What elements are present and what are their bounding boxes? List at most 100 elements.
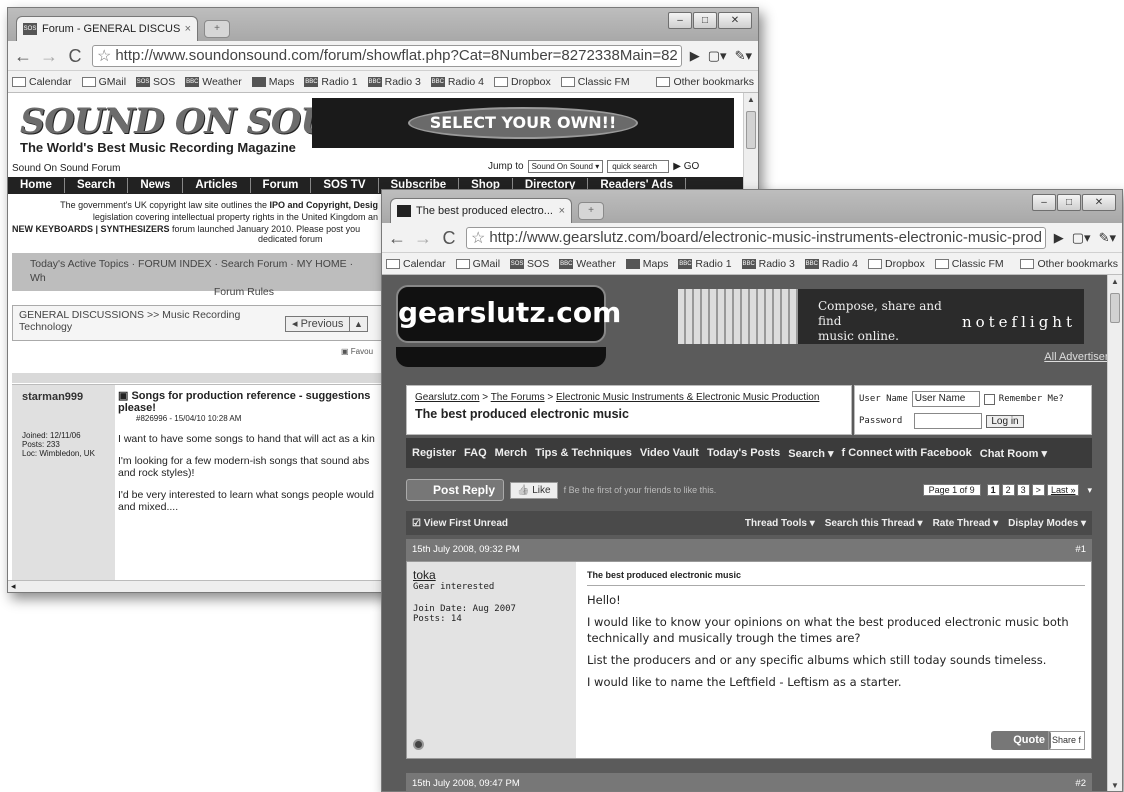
favourites-link[interactable]: ▣ Favou [341,347,373,356]
forward-arrow-icon[interactable]: → [414,228,432,248]
bookmark-radio1[interactable]: BBC Radio 1 [678,258,732,270]
gearslutz-logo[interactable]: gearslutz.com [396,285,621,343]
bookmark-star-icon[interactable]: ☆ [471,228,485,248]
last-page-link[interactable]: Last » [1046,484,1080,496]
bookmark-sos[interactable]: SOS SOS [136,76,175,88]
page-menu-icon[interactable]: ▢▾ [1072,230,1091,246]
menu-search[interactable]: Search ▾ [788,447,833,460]
search-this-thread[interactable]: Search this Thread ▾ [825,518,923,529]
maximize-icon[interactable]: □ [1057,194,1081,211]
next-page-link[interactable]: > [1031,484,1045,496]
nav-forum[interactable]: Forum [251,178,312,193]
scroll-thumb[interactable] [1110,293,1120,323]
crumb-forums[interactable]: The Forums [491,392,545,403]
tab-sos-forum[interactable]: SOS Forum - GENERAL DISCUSS... × [16,16,198,41]
chevron-down-icon[interactable]: ▾ [1087,485,1092,496]
post-reply-button[interactable]: Post Reply [406,479,505,501]
menu-register[interactable]: Register [412,447,456,459]
view-first-unread[interactable]: ☑ View First Unread [412,518,508,529]
bookmark-star-icon[interactable]: ☆ [97,46,111,66]
bookmark-gmail[interactable]: GMail [81,76,126,88]
share-button[interactable]: Share f [1047,731,1085,750]
nav-sos-tv[interactable]: SOS TV [311,178,379,193]
go-arrow-icon[interactable]: ▶ [1054,230,1064,246]
previous-button[interactable]: ◂ Previous [285,316,351,332]
other-bookmarks[interactable]: Other bookmarks [1020,258,1118,270]
back-arrow-icon[interactable]: ← [14,46,32,66]
crumb-subforum[interactable]: Electronic Music Instruments & Electroni… [556,392,819,403]
close-window-icon[interactable]: ✕ [1082,194,1116,211]
back-arrow-icon[interactable]: ← [388,228,406,248]
post-permalink[interactable]: #2 [1075,778,1086,790]
reload-icon[interactable]: C [66,46,84,66]
crumb-home[interactable]: Gearslutz.com [415,392,479,403]
close-tab-icon[interactable]: × [185,23,191,35]
nav-home[interactable]: Home [8,178,65,193]
bookmark-dropbox[interactable]: Dropbox [868,258,925,270]
new-tab-button[interactable]: + [578,202,604,220]
vertical-scrollbar[interactable]: ▲ ▼ [1107,275,1122,791]
ad-banner[interactable]: SELECT YOUR OWN!! [312,98,734,148]
rate-thread[interactable]: Rate Thread ▾ [933,518,999,529]
menu-tips[interactable]: Tips & Techniques [535,447,632,459]
bookmark-classicfm[interactable]: Classic FM [934,258,1004,270]
close-tab-icon[interactable]: × [559,205,565,217]
bookmark-radio1[interactable]: BBC Radio 1 [304,76,358,88]
new-tab-button[interactable]: + [204,20,230,38]
password-input[interactable] [914,413,983,429]
address-bar[interactable]: ☆ http://www.soundonsound.com/forum/show… [92,44,682,67]
bookmark-radio4[interactable]: BBC Radio 4 [804,258,858,270]
menu-merch[interactable]: Merch [495,447,527,459]
bookmark-maps[interactable]: Maps [251,76,294,88]
page-link[interactable]: 2 [1001,484,1015,496]
post-permalink[interactable]: #1 [1075,544,1086,556]
scroll-thumb[interactable] [746,111,756,149]
wrench-menu-icon[interactable]: ✎▾ [735,48,752,64]
thread-tools[interactable]: Thread Tools ▾ [745,518,815,529]
reload-icon[interactable]: C [440,228,458,248]
forward-arrow-icon[interactable]: → [40,46,58,66]
username-input[interactable]: User Name [911,391,980,407]
other-bookmarks[interactable]: Other bookmarks [656,76,754,88]
up-arrow-icon[interactable]: ▲ [349,316,368,332]
address-bar[interactable]: ☆ http://www.gearslutz.com/board/electro… [466,226,1046,249]
active-topics-links[interactable]: Today's Active Topics · FORUM INDEX · Se… [30,258,353,284]
minimize-icon[interactable]: – [1032,194,1056,211]
remember-me-checkbox[interactable] [983,393,995,405]
bookmark-classicfm[interactable]: Classic FM [560,76,630,88]
page-menu-icon[interactable]: ▢▾ [708,48,727,64]
scroll-down-icon[interactable]: ▼ [1108,779,1122,791]
close-window-icon[interactable]: ✕ [718,12,752,29]
jump-select[interactable]: Sound On Sound ▾ [527,160,604,173]
menu-todays-posts[interactable]: Today's Posts [707,447,780,459]
like-button[interactable]: 👍 Like [510,481,558,499]
nav-news[interactable]: News [128,178,184,193]
forum-rules-link[interactable]: Forum Rules [30,285,364,299]
bookmark-radio3[interactable]: BBC Radio 3 [367,76,421,88]
menu-faq[interactable]: FAQ [464,447,487,459]
tab-gearslutz-thread[interactable]: The best produced electro... × [390,198,572,223]
scroll-up-icon[interactable]: ▲ [1108,275,1122,289]
quote-button[interactable]: Quote [991,731,1051,750]
page-link[interactable]: 1 [986,484,1000,496]
bookmark-weather[interactable]: BBC Weather [185,76,242,88]
noteflight-ad[interactable]: Compose, share and find music online. no… [678,289,1084,344]
menu-video-vault[interactable]: Video Vault [640,447,699,459]
nav-search[interactable]: Search [65,178,129,193]
post-username[interactable]: toka [413,568,570,582]
login-button[interactable]: Log in [986,414,1024,428]
quick-search-input[interactable]: quick search [607,160,670,173]
scroll-up-icon[interactable]: ▲ [744,93,758,107]
bookmark-radio3[interactable]: BBC Radio 3 [741,258,795,270]
post-username[interactable]: starman999 [22,391,105,403]
bookmark-sos[interactable]: SOS SOS [510,258,549,270]
nav-articles[interactable]: Articles [183,178,251,193]
bookmark-weather[interactable]: BBC Weather [559,258,616,270]
menu-facebook-connect[interactable]: f Connect with Facebook [842,447,972,459]
minimize-icon[interactable]: – [668,12,692,29]
go-button[interactable]: ▶ GO [673,161,699,172]
go-arrow-icon[interactable]: ▶ [690,48,700,64]
breadcrumb-text[interactable]: GENERAL DISCUSSIONS >> Music Recording T… [19,309,269,333]
menu-chat-room[interactable]: Chat Room ▾ [980,447,1047,460]
bookmark-gmail[interactable]: GMail [455,258,500,270]
